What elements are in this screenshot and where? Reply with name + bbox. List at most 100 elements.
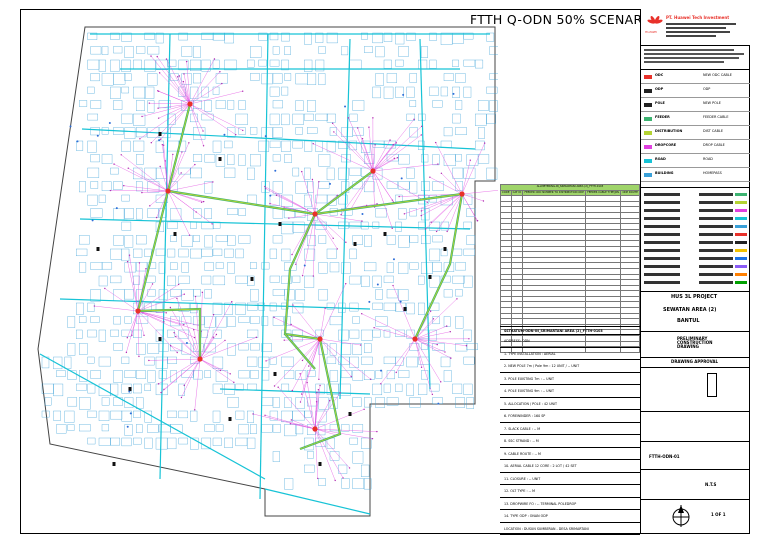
building: [147, 208, 159, 218]
homepass-point: [318, 378, 320, 381]
building: [98, 329, 106, 342]
building: [133, 275, 140, 285]
drop-cable: [361, 313, 416, 340]
building: [372, 329, 381, 338]
building: [215, 424, 224, 432]
building: [87, 437, 96, 445]
building: [281, 383, 290, 392]
homepass-point: [301, 393, 303, 395]
odp-node: [353, 242, 357, 246]
odp-node: [403, 307, 407, 311]
homepass-point: [160, 138, 162, 140]
homepass-point: [145, 268, 147, 270]
building: [295, 127, 303, 135]
symbol-swatch: [735, 232, 747, 236]
drop-cable: [435, 142, 463, 195]
homepass-point: [215, 333, 218, 336]
building: [463, 248, 475, 256]
building: [250, 343, 260, 351]
building: [113, 73, 126, 85]
building: [98, 275, 108, 287]
odc-node: [312, 426, 318, 432]
homepass-point: [138, 262, 141, 264]
building: [421, 343, 428, 350]
building: [375, 289, 383, 300]
homepass-point: [93, 305, 96, 307]
homepass-point: [421, 125, 423, 127]
building-blocks: [37, 26, 498, 517]
building: [67, 397, 78, 407]
drop-cable: [141, 103, 191, 117]
notes-title: SSTRATUM-ODN-IN_SRIMARTANI AREA (2)_FTTH…: [500, 327, 640, 335]
homepass-point: [368, 126, 370, 128]
homepass-point: [391, 227, 393, 230]
pole-marker: [274, 169, 277, 172]
homepass-point: [444, 351, 446, 353]
homepass-point: [219, 71, 221, 73]
building: [53, 383, 64, 397]
road: [159, 33, 171, 480]
drop-cable: [348, 117, 374, 172]
building: [269, 113, 280, 126]
odc-node: [459, 191, 465, 197]
building: [349, 275, 361, 285]
building: [113, 181, 123, 190]
building: [395, 86, 404, 98]
legend-desc: ROAD: [703, 157, 713, 161]
odp-node: [278, 222, 282, 226]
homepass-point: [180, 172, 182, 174]
building: [90, 289, 101, 302]
building: [489, 73, 498, 80]
homepass-point: [163, 321, 165, 323]
homepass-point: [183, 384, 185, 387]
building: [235, 437, 248, 447]
building: [110, 329, 119, 337]
feeder-cable: [167, 189, 463, 216]
pole-marker: [129, 412, 132, 415]
building: [409, 262, 419, 270]
building: [121, 221, 132, 231]
homepass-point: [437, 163, 439, 165]
building: [295, 370, 307, 380]
building: [98, 194, 106, 203]
homepass-point: [450, 357, 452, 359]
homepass-point: [318, 181, 320, 183]
homepass-point: [201, 291, 204, 294]
drop-cable: [137, 283, 153, 312]
building: [398, 181, 410, 190]
building: [432, 316, 440, 325]
distribution-cable: [167, 190, 463, 215]
building: [452, 59, 459, 67]
building: [341, 478, 350, 489]
building: [178, 410, 188, 419]
building: [87, 140, 97, 153]
homepass-point: [420, 366, 423, 368]
drop-cable: [461, 160, 471, 195]
homepass-point: [440, 381, 442, 383]
scale-box: N.T.S: [641, 469, 750, 500]
building: [90, 370, 101, 379]
building: [250, 127, 258, 135]
building: [443, 289, 453, 298]
building: [215, 316, 227, 328]
pole-marker: [392, 258, 395, 261]
building: [406, 302, 415, 315]
legend-desc: NEW POLE: [703, 101, 721, 105]
drop-cable: [319, 338, 361, 346]
building: [193, 154, 203, 162]
network-map: [37, 26, 498, 517]
building: [212, 59, 220, 69]
building: [326, 113, 336, 123]
building: [307, 451, 314, 459]
building: [326, 356, 337, 364]
building: [76, 140, 84, 151]
building: [261, 127, 273, 139]
odp-node: [218, 157, 222, 161]
building: [250, 154, 261, 167]
building: [87, 167, 100, 178]
homepass-point: [306, 381, 308, 384]
building: [147, 100, 155, 113]
homepass-point: [157, 90, 159, 92]
building: [272, 208, 284, 219]
drop-cable: [167, 181, 213, 192]
